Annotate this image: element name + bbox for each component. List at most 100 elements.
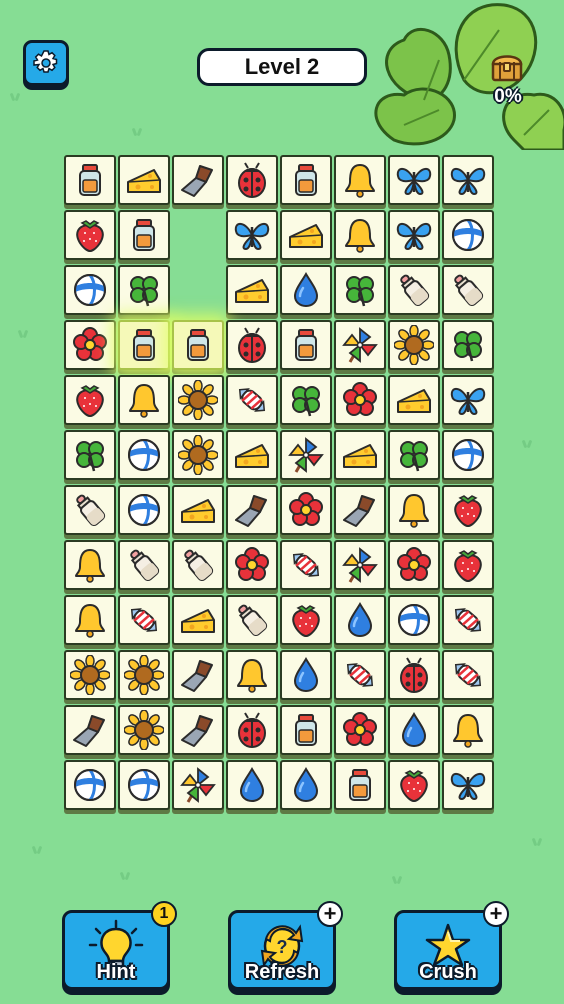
tile-bottle[interactable] [118,540,170,590]
tile-jar[interactable] [280,705,332,755]
tile-bell[interactable] [118,375,170,425]
tile-flower[interactable] [226,540,278,590]
tile-clover[interactable] [118,265,170,315]
tile-drop[interactable] [280,265,332,315]
tile-bell[interactable] [226,650,278,700]
refresh-button[interactable]: ? Refresh + [228,901,343,990]
tile-butterfly[interactable] [388,210,440,260]
tile-bottle[interactable] [226,595,278,645]
tile-candy[interactable] [280,540,332,590]
tile-bell[interactable] [388,485,440,535]
tile-bottle[interactable] [388,265,440,315]
hint-button[interactable]: Hint 1 [62,901,177,990]
tile-scraper[interactable] [172,705,224,755]
tile-ladybug[interactable] [226,320,278,370]
tile-candy[interactable] [226,375,278,425]
tile-candy[interactable] [334,650,386,700]
tile-pinwheel[interactable] [280,430,332,480]
tile-cheese[interactable] [280,210,332,260]
tile-scraper[interactable] [172,155,224,205]
tile-strawberry[interactable] [388,760,440,810]
tile-butterfly[interactable] [442,155,494,205]
tile-ladybug[interactable] [226,705,278,755]
tile-drop[interactable] [280,650,332,700]
tile-pinwheel[interactable] [334,540,386,590]
tile-flower[interactable] [280,485,332,535]
tile-butterfly[interactable] [226,210,278,260]
tile-flower[interactable] [388,540,440,590]
tile-drop[interactable] [226,760,278,810]
tile-butterfly[interactable] [442,375,494,425]
tile-cheese[interactable] [226,430,278,480]
tile-butterfly[interactable] [388,155,440,205]
crush-add-badge[interactable]: + [483,901,509,927]
tile-drop[interactable] [280,760,332,810]
settings-button[interactable] [23,40,69,86]
tile-clover[interactable] [334,265,386,315]
tile-cheese[interactable] [388,375,440,425]
tile-sunflower[interactable] [118,650,170,700]
tile-ball[interactable] [388,595,440,645]
tile-bottle[interactable] [64,485,116,535]
tile-scraper[interactable] [172,650,224,700]
tile-clover[interactable] [280,375,332,425]
tile-ball[interactable] [118,760,170,810]
tile-jar[interactable] [280,155,332,205]
tile-ball[interactable] [64,760,116,810]
tile-scraper[interactable] [226,485,278,535]
tile-cheese[interactable] [172,485,224,535]
crush-button[interactable]: Crush + [394,901,509,990]
tile-pinwheel[interactable] [334,320,386,370]
tile-sunflower[interactable] [172,375,224,425]
tile-sunflower[interactable] [118,705,170,755]
tile-cheese[interactable] [172,595,224,645]
tile-strawberry[interactable] [64,210,116,260]
tile-cheese[interactable] [226,265,278,315]
tile-clover[interactable] [442,320,494,370]
tile-strawberry[interactable] [280,595,332,645]
tile-flower[interactable] [334,705,386,755]
tile-flower[interactable] [334,375,386,425]
tile-jar[interactable] [118,320,170,370]
tile-flower[interactable] [64,320,116,370]
tile-bell[interactable] [334,210,386,260]
tile-scraper[interactable] [64,705,116,755]
tile-candy[interactable] [442,650,494,700]
tile-jar[interactable] [334,760,386,810]
tile-cheese[interactable] [334,430,386,480]
tile-clover[interactable] [64,430,116,480]
tile-bottle[interactable] [442,265,494,315]
tile-candy[interactable] [118,595,170,645]
tile-ball[interactable] [118,485,170,535]
tile-strawberry[interactable] [64,375,116,425]
tile-bell[interactable] [64,595,116,645]
tile-cheese[interactable] [118,155,170,205]
tile-ladybug[interactable] [388,650,440,700]
tile-bell[interactable] [442,705,494,755]
tile-ball[interactable] [64,265,116,315]
tile-pinwheel[interactable] [172,760,224,810]
tile-strawberry[interactable] [442,485,494,535]
tile-candy[interactable] [442,595,494,645]
tile-strawberry[interactable] [442,540,494,590]
tile-jar[interactable] [118,210,170,260]
tile-jar[interactable] [280,320,332,370]
tile-sunflower[interactable] [388,320,440,370]
tile-scraper[interactable] [334,485,386,535]
tile-sunflower[interactable] [64,650,116,700]
tile-drop[interactable] [388,705,440,755]
tile-ball[interactable] [442,430,494,480]
tile-drop[interactable] [334,595,386,645]
tile-ball[interactable] [442,210,494,260]
tile-bell[interactable] [64,540,116,590]
tile-butterfly[interactable] [442,760,494,810]
tile-jar[interactable] [64,155,116,205]
tile-clover[interactable] [388,430,440,480]
tile-jar[interactable] [172,320,224,370]
refresh-add-badge[interactable]: + [317,901,343,927]
tile-bell[interactable] [334,155,386,205]
tile-sunflower[interactable] [172,430,224,480]
tile-ladybug[interactable] [226,155,278,205]
tile-ball[interactable] [118,430,170,480]
tile-bottle[interactable] [172,540,224,590]
